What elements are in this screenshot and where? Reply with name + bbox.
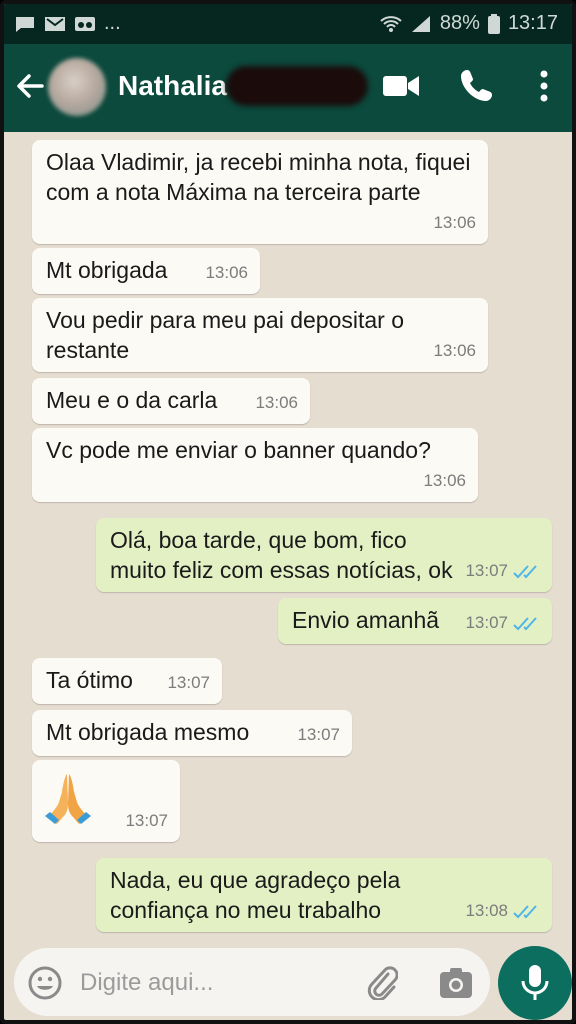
phone-screen: ... 88% 13:17 Nathalia Olaa Vladimir, ja… [0,0,576,1024]
clock: 13:17 [507,12,558,34]
gmail-notification-icon [45,16,65,31]
message-outgoing[interactable]: Envio amanhã 13:07 [278,598,552,644]
message-incoming[interactable]: Mt obrigada 13:06 [32,248,260,294]
message-time: 13:06 [255,393,298,412]
chat-header: Nathalia [4,44,572,132]
message-text: Vou pedir para meu pai depositar o resta… [46,307,405,363]
message-incoming[interactable]: Olaa Vladimir, ja recebi minha nota, fiq… [32,140,488,244]
more-notifications: ... [104,12,121,34]
notification-icons: ... [14,12,121,35]
message-text: Nada, eu que agradeço pela confiança no … [110,867,401,923]
message-time: 13:06 [423,471,466,490]
message-time: 13:08 [465,896,540,926]
wifi-icon [380,15,402,32]
microphone-icon [521,965,549,1000]
message-incoming[interactable]: Vc pode me enviar o banner quando? 13:06 [32,428,478,502]
message-text: Olá, boa tarde, que bom, fico muito feli… [110,527,453,583]
phone-call-icon[interactable] [460,68,494,102]
status-bar: ... 88% 13:17 [4,4,572,44]
paperclip-icon[interactable] [366,966,398,1000]
video-call-icon[interactable] [382,72,420,100]
system-status: 88% 13:17 [380,12,558,35]
message-outgoing[interactable]: Olá, boa tarde, que bom, fico muito feli… [96,518,552,592]
back-arrow-icon[interactable] [12,68,48,104]
voicemail-notification-icon [75,16,95,31]
emoji-icon[interactable] [28,966,62,1000]
read-ticks-icon [513,616,537,630]
voice-message-button[interactable] [498,946,572,1020]
message-text: Vc pode me enviar o banner quando? [46,437,431,463]
message-time: 13:07 [125,811,168,830]
message-time-text: 13:07 [465,561,508,580]
camera-icon[interactable] [438,966,474,1000]
message-time-text: 13:07 [465,613,508,632]
message-incoming[interactable]: Mt obrigada mesmo 13:07 [32,710,352,756]
message-time: 13:07 [465,608,540,638]
signal-icon [411,15,430,32]
message-time: 13:06 [433,213,476,232]
battery-icon [487,13,500,34]
message-time: 13:07 [297,725,340,744]
redacted-surname [226,66,368,106]
contact-name[interactable]: Nathalia [118,70,227,102]
chat-notification-icon [16,16,34,32]
message-time: 13:07 [167,673,210,692]
contact-avatar[interactable] [48,58,106,116]
message-time: 13:07 [465,556,540,586]
message-text: Mt obrigada mesmo [46,719,250,745]
battery-percentage: 88% [439,12,480,34]
message-outgoing[interactable]: Nada, eu que agradeço pela confiança no … [96,858,552,932]
message-time: 13:06 [433,341,476,360]
folded-hands-icon [45,774,91,824]
message-incoming[interactable]: Meu e o da carla 13:06 [32,378,310,424]
message-text: Olaa Vladimir, ja recebi minha nota, fiq… [46,149,471,205]
message-time-text: 13:08 [465,901,508,920]
message-input[interactable] [78,962,352,1004]
message-composer [14,948,490,1016]
more-options-icon[interactable] [532,68,556,104]
read-ticks-icon [513,564,537,578]
message-incoming-emoji[interactable]: 13:07 [32,760,180,842]
message-incoming[interactable]: Vou pedir para meu pai depositar o resta… [32,298,488,372]
message-incoming[interactable]: Ta ótimo 13:07 [32,658,222,704]
read-ticks-icon [513,904,537,918]
message-list: Olaa Vladimir, ja recebi minha nota, fiq… [4,132,572,952]
message-time: 13:06 [205,263,248,282]
